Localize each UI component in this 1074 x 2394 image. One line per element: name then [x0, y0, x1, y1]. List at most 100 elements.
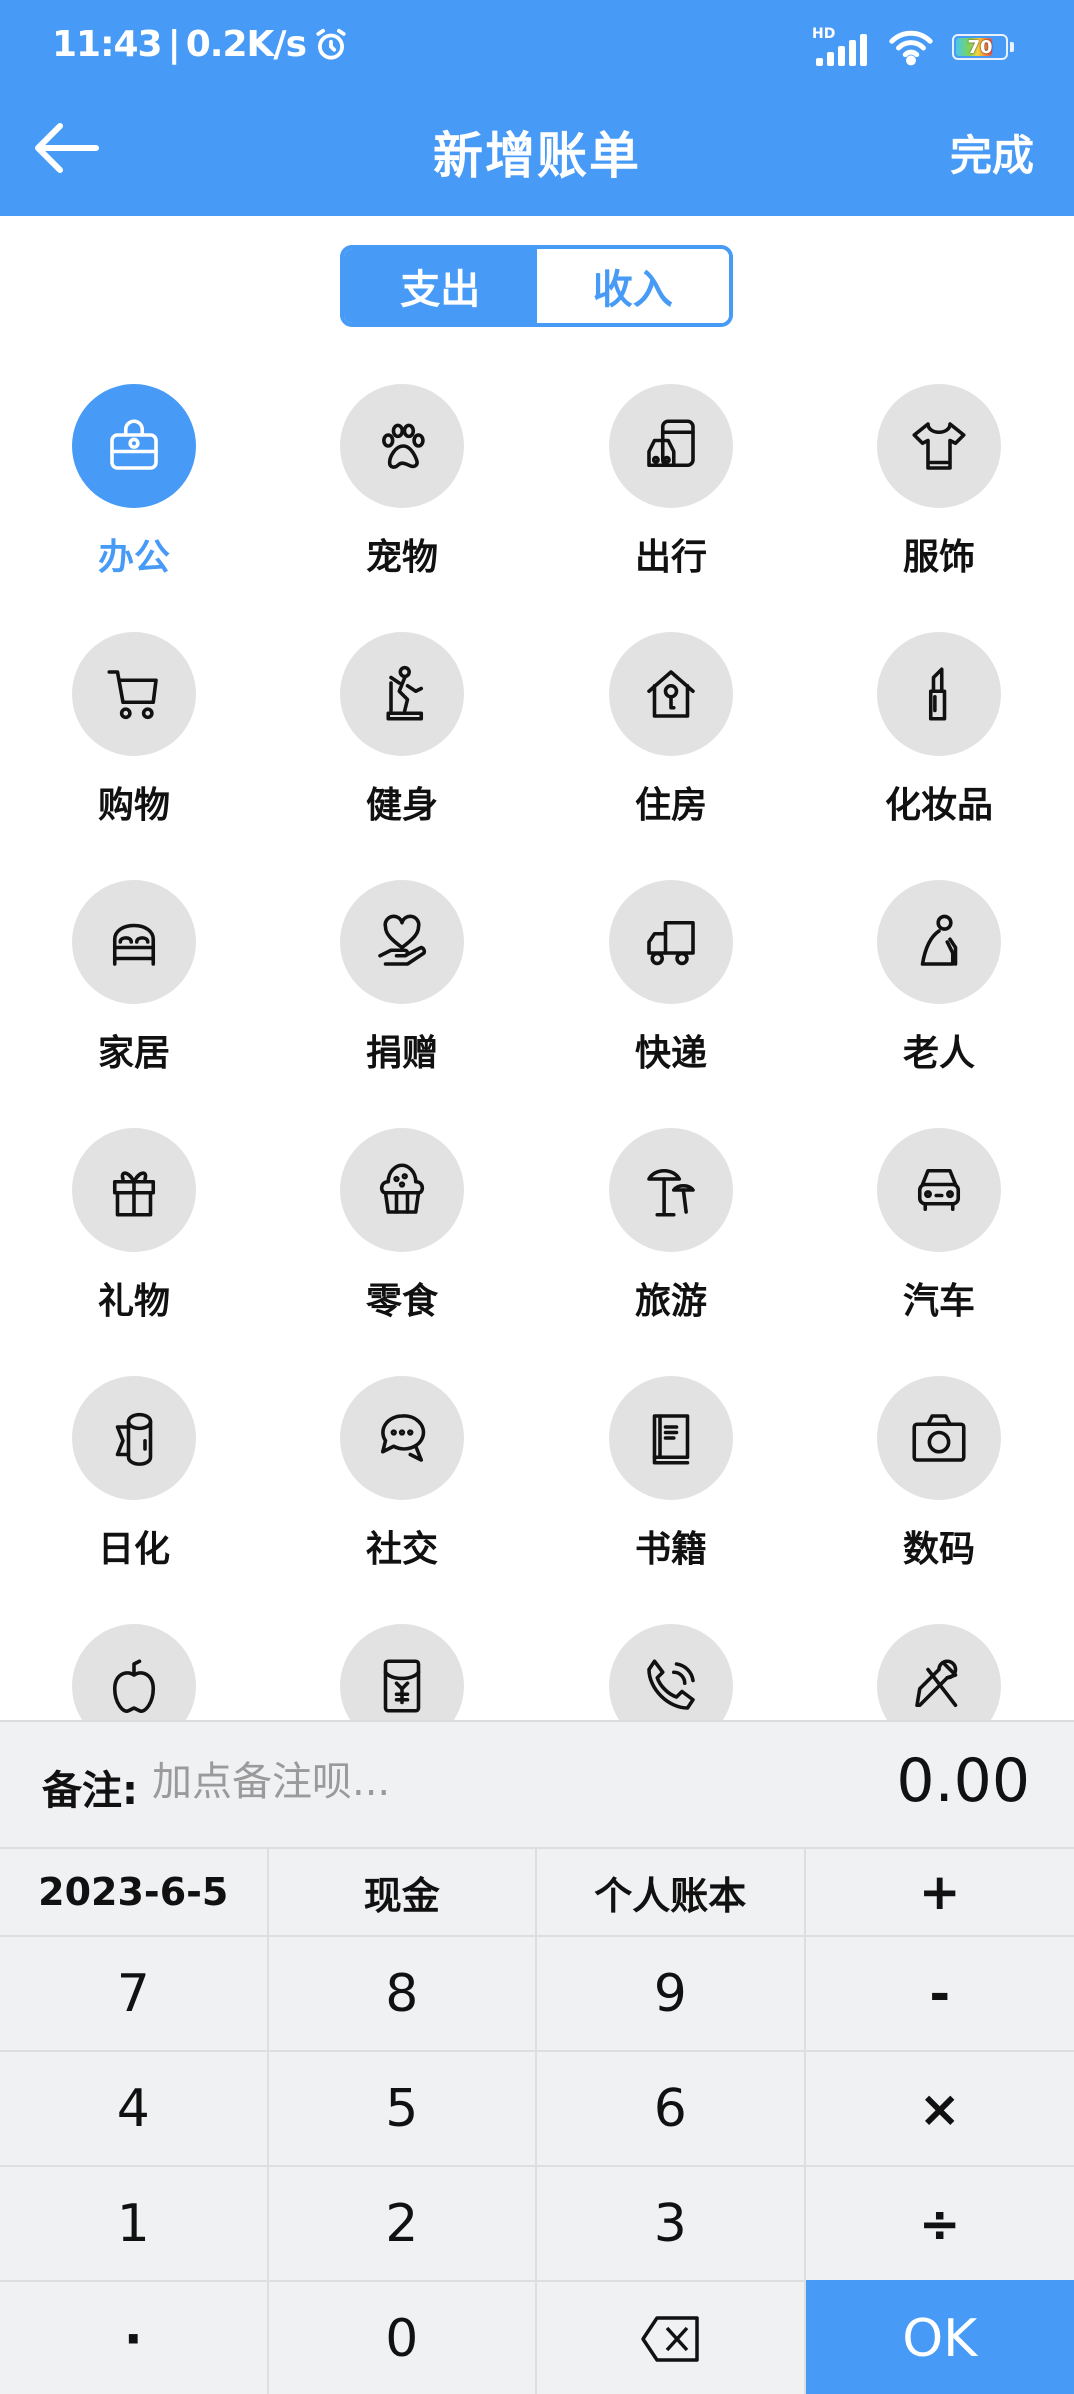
key-2[interactable]: 2: [268, 2165, 537, 2280]
category-item[interactable]: 住房: [537, 632, 805, 880]
note-row: 备注: 0.00: [0, 1722, 1074, 1847]
car-icon: [917, 1168, 961, 1212]
category-item[interactable]: 社交: [268, 1376, 536, 1624]
category-icon-circle: [877, 632, 1001, 756]
category-label: 捐赠: [365, 1033, 438, 1074]
apple-icon: [112, 1659, 156, 1713]
cell-signal-icon: HD: [812, 26, 870, 68]
category-label: 办公: [97, 537, 170, 578]
app-header: 11:43 | 0.2K/s HD 70 新增账单 完成: [0, 0, 1074, 216]
category-label: 零食: [365, 1281, 438, 1322]
page-title: 新增账单: [433, 127, 641, 185]
status-time: 11:43: [52, 24, 163, 65]
category-label: 旅游: [634, 1281, 707, 1322]
category-icon-circle: [72, 1624, 196, 1720]
category-icon-circle: [877, 1128, 1001, 1252]
category-item[interactable]: 书籍: [537, 1376, 805, 1624]
category-label: 数码: [902, 1529, 975, 1570]
category-item[interactable]: [0, 1624, 268, 1720]
category-item[interactable]: 零食: [268, 1128, 536, 1376]
category-icon-circle: [609, 880, 733, 1004]
bed-icon: [112, 923, 156, 966]
battery-icon: 70: [952, 34, 1014, 60]
category-icon-circle: [609, 1624, 733, 1720]
phone-icon: [647, 1659, 695, 1710]
status-right: HD 70: [812, 26, 1014, 68]
category-icon-circle: [609, 1128, 733, 1252]
category-label: 书籍: [634, 1529, 707, 1570]
house-key-icon: [647, 670, 695, 718]
category-icon-circle: [340, 1376, 464, 1500]
category-item[interactable]: 化妆品: [805, 632, 1073, 880]
camera-icon: [912, 1414, 966, 1462]
category-icon-circle: [609, 632, 733, 756]
category-item[interactable]: 服饰: [805, 384, 1073, 632]
category-item[interactable]: [805, 1624, 1073, 1720]
status-net-speed: 0.2K/s: [185, 24, 307, 65]
alarm-clock-icon: [316, 28, 346, 60]
category-label: 健身: [365, 785, 438, 826]
entry-panel: 备注: 0.00 2023-6-5 现金 个人账本 + 7 8 9 - 4 5 …: [0, 1720, 1074, 2394]
type-toggle: 支出 收入: [340, 245, 733, 327]
category-item[interactable]: 宠物: [268, 384, 536, 632]
backspace-button[interactable]: [537, 2280, 806, 2394]
key-3[interactable]: 3: [537, 2165, 806, 2280]
category-label: 日化: [97, 1529, 170, 1570]
category-item[interactable]: 老人: [805, 880, 1073, 1128]
status-left: 11:43 | 0.2K/s: [52, 24, 350, 65]
category-item[interactable]: 快递: [537, 880, 805, 1128]
ok-button[interactable]: OK: [805, 2280, 1074, 2394]
amount-display: 0.00: [896, 1746, 1030, 1816]
gift-icon: [112, 1171, 156, 1217]
key-7[interactable]: 7: [0, 1935, 269, 2050]
bus-car-icon: [647, 419, 695, 468]
key-divide[interactable]: ÷: [805, 2165, 1074, 2280]
key-9[interactable]: 9: [537, 1935, 806, 2050]
wifi-icon: [889, 30, 933, 66]
key-8[interactable]: 8: [268, 1935, 537, 2050]
done-button[interactable]: 完成: [950, 122, 1034, 183]
category-item[interactable]: 购物: [0, 632, 268, 880]
beach-umbrella-icon: [647, 1168, 695, 1217]
cupcake-icon: [379, 1163, 425, 1214]
tab-income[interactable]: 收入: [536, 249, 729, 323]
category-icon-circle: [340, 384, 464, 508]
key-4[interactable]: 4: [0, 2050, 269, 2165]
category-item[interactable]: 汽车: [805, 1128, 1073, 1376]
key-multiply[interactable]: ×: [805, 2050, 1074, 2165]
category-item[interactable]: 出行: [537, 384, 805, 632]
key-decimal[interactable]: ·: [0, 2280, 269, 2394]
date-button[interactable]: 2023-6-5: [0, 1847, 269, 1935]
tab-expense[interactable]: 支出: [344, 249, 537, 323]
note-input[interactable]: [152, 1752, 752, 1812]
key-0[interactable]: 0: [268, 2280, 537, 2394]
heart-hand-icon: [378, 914, 427, 966]
category-icon-circle: [72, 1376, 196, 1500]
category-item[interactable]: 旅游: [537, 1128, 805, 1376]
note-label: 备注:: [42, 1768, 138, 1814]
key-5[interactable]: 5: [268, 2050, 537, 2165]
category-item[interactable]: 日化: [0, 1376, 268, 1624]
category-icon-circle: [72, 632, 196, 756]
category-item[interactable]: [268, 1624, 536, 1720]
key-plus[interactable]: +: [805, 1847, 1074, 1935]
treadmill-icon: [386, 665, 424, 721]
category-icon-circle: [340, 880, 464, 1004]
category-item[interactable]: 礼物: [0, 1128, 268, 1376]
key-minus[interactable]: -: [805, 1935, 1074, 2050]
category-item[interactable]: 健身: [268, 632, 536, 880]
book-button[interactable]: 个人账本: [537, 1847, 806, 1935]
key-1[interactable]: 1: [0, 2165, 269, 2280]
category-item[interactable]: 数码: [805, 1376, 1073, 1624]
category-item[interactable]: 家居: [0, 880, 268, 1128]
key-6[interactable]: 6: [537, 2050, 806, 2165]
chat-bubbles-icon: [380, 1414, 426, 1462]
account-button[interactable]: 现金: [268, 1847, 537, 1935]
category-item[interactable]: 办公: [0, 384, 268, 632]
category-icon-circle: [877, 1624, 1001, 1720]
book-icon: [652, 1414, 690, 1465]
category-item[interactable]: 捐赠: [268, 880, 536, 1128]
category-icon-circle: [340, 1128, 464, 1252]
tools-icon: [915, 1659, 958, 1708]
category-item[interactable]: [537, 1624, 805, 1720]
